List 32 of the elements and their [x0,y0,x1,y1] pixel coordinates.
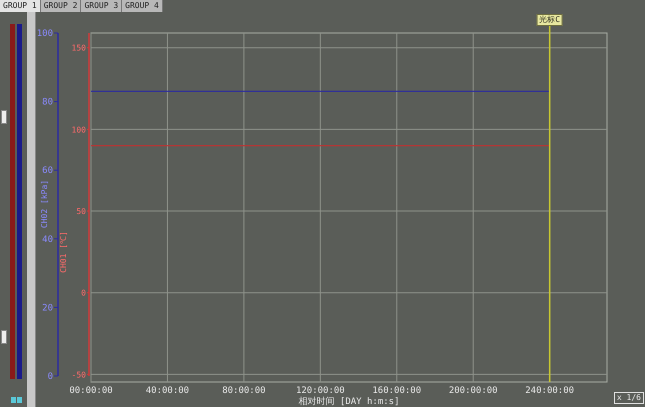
right-axis-tick-label: 50 [76,207,86,216]
x-tick-label: 80:00:00 [222,386,266,396]
right-axis-tick-label: 100 [72,125,86,134]
group-tab[interactable]: GROUP 2 [40,0,82,12]
left-axis-tick-label: 80 [42,98,53,108]
group-tab[interactable]: GROUP 1 [0,0,41,12]
group-tab[interactable]: GROUP 3 [81,0,122,12]
splitter-bar[interactable] [27,12,36,407]
page-indicator: x 1/6 [614,392,644,404]
right-axis-tick-label: 0 [81,288,86,298]
x-tick-label: 240:00:00 [525,386,574,396]
left-axis-tick-label: 40 [42,234,53,245]
x-tick-label: 200:00:00 [448,386,498,396]
left-axis-tick-label: 20 [42,303,53,314]
right-axis-tick-label: 150 [72,44,86,53]
x-tick-label: 160:00:00 [372,386,422,396]
right-axis-tick-label: -50 [72,370,86,380]
cursor-line[interactable] [548,25,550,382]
right-axis-title: CH01 [℃] [59,231,68,273]
slider-handle[interactable] [1,110,7,124]
cursor-label[interactable]: 光标C [536,14,564,26]
slider-handle[interactable] [1,330,7,344]
left-axis-title: CH02 [kPa] [40,180,49,228]
left-axis-tick-label: 60 [42,166,53,176]
left-axis-tick-label: 100 [36,29,53,39]
x-tick-label: 00:00:00 [69,386,113,396]
x-axis-title: 相对时间 [DAY h:m:s] [298,397,400,407]
channel-squares-icon [11,397,22,403]
group-tab[interactable]: GROUP 4 [122,0,163,12]
x-tick-label: 40:00:00 [146,386,190,396]
left-axis-tick-label: 0 [48,372,53,382]
x-tick-label: 120:00:00 [296,386,345,396]
